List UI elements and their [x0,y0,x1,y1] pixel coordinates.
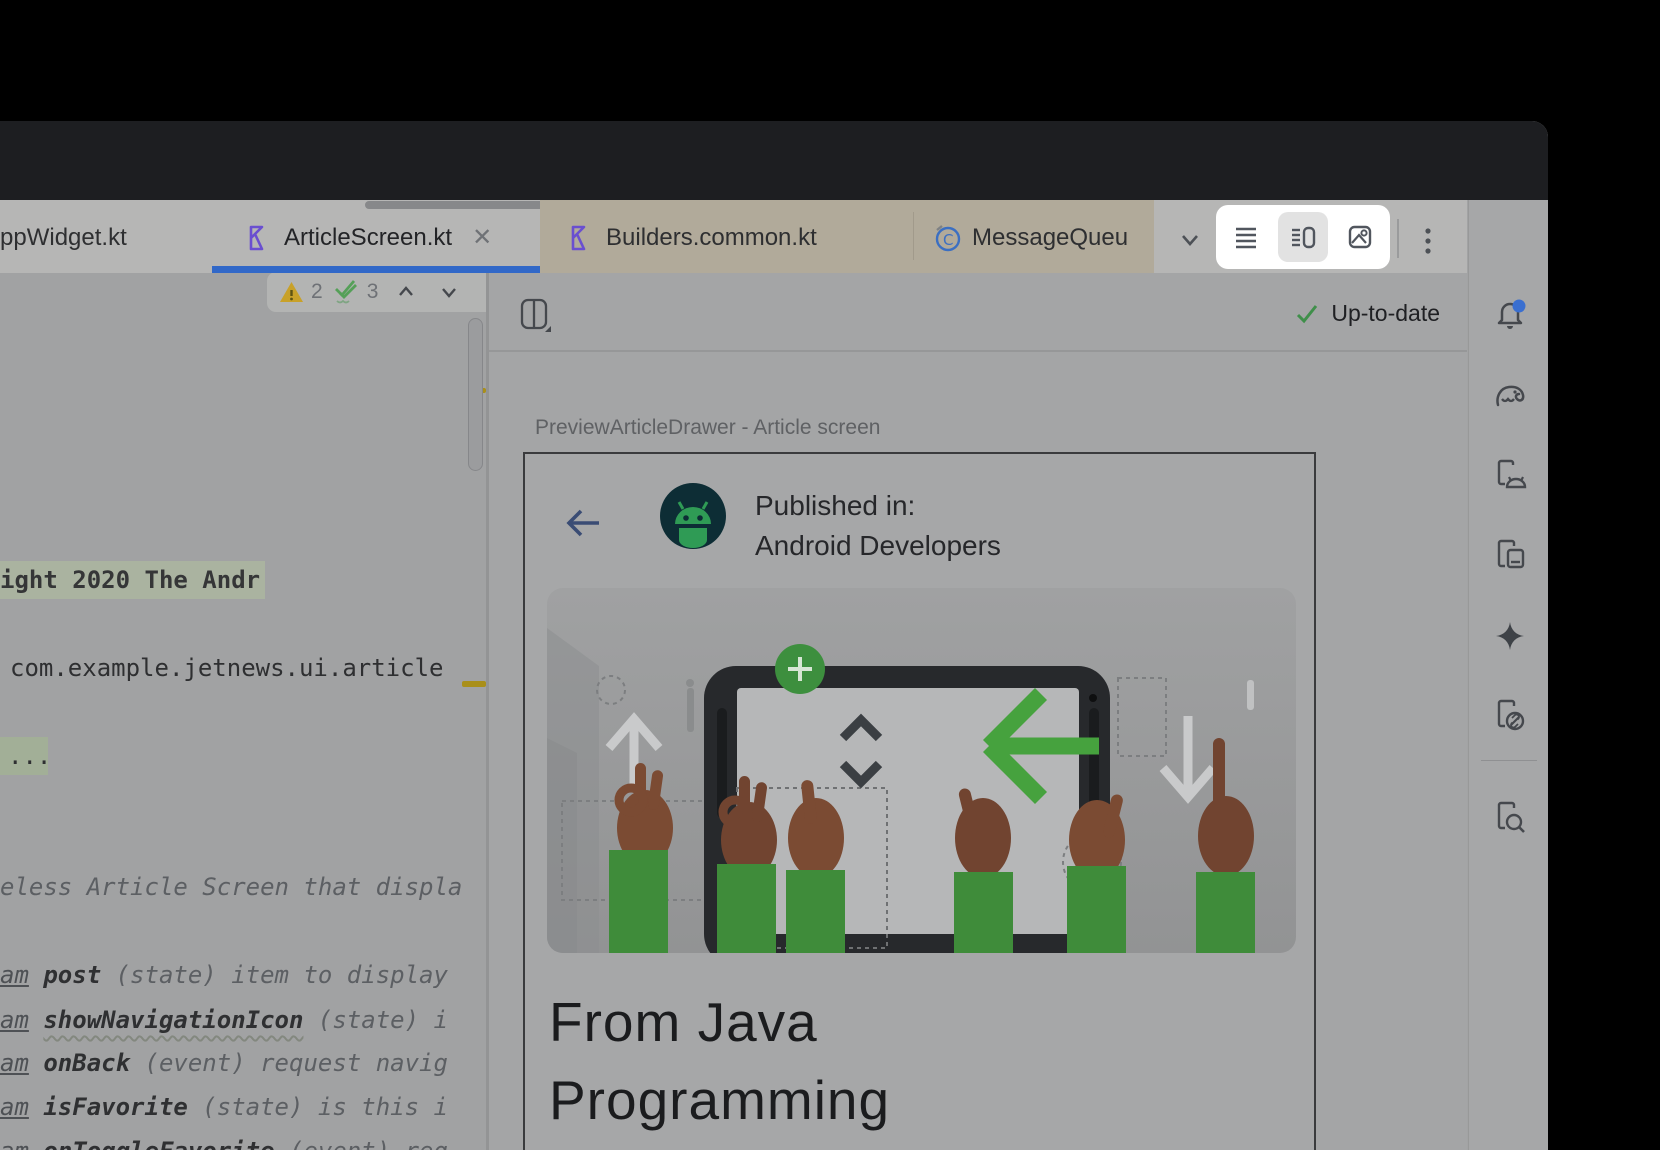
code-line: am isFavorite (state) is this i [0,1088,448,1126]
design-view-button[interactable] [1335,212,1385,262]
code-editor-pane[interactable]: ight 2020 The Andr com.example.jetnews.ui… [0,273,486,1150]
tab-label: ArticleScreen.kt [284,224,452,252]
tab-messagequeue[interactable]: C MessageQueu [932,209,1154,266]
article-title-line1: From Java [549,990,818,1054]
tabbar-divider [1397,219,1399,258]
preview-status-text: Up-to-date [1331,300,1440,327]
up-to-date-check-icon [1294,301,1320,327]
main-toolbar: Medium Phone API 35 app [0,121,1548,200]
warning-count: 2 [311,280,323,304]
tab-label: AppWidget.kt [0,224,127,252]
active-tab-underline [212,266,540,273]
hidden-tabs-chevron-icon[interactable] [1176,211,1204,268]
code-line: am post (state) item to display [0,956,448,994]
tab-articlescreen[interactable]: ArticleScreen.kt ✕ [246,209,492,266]
tab-appwidget[interactable]: AppWidget.kt [0,209,127,266]
kotlin-file-icon [246,225,272,251]
article-preview-card[interactable]: Published in: Android Developers [523,452,1316,1150]
editor-mode-panel [1218,207,1388,267]
warning-icon [279,281,304,304]
tabbar-kebab-icon[interactable] [1418,212,1438,269]
device-mirroring-icon[interactable] [1492,698,1528,734]
editor-tab-bar: AppWidget.kt ArticleScreen.kt ✕ B [0,200,1467,273]
tab-label: MessageQueu [972,224,1128,252]
code-line: am showNavigationIcon (state) i [0,1001,448,1039]
code-line: com.example.jetnews.ui.article [10,649,443,687]
error-stripe-mark[interactable] [462,681,486,687]
code-line: am onBack (event) request navig [0,1044,448,1082]
publisher-avatar [659,482,727,555]
back-arrow-icon [565,506,603,545]
code-line: eless Article Screen that displa [0,868,462,906]
tab-label: Builders.common.kt [606,224,817,252]
gradle-icon[interactable] [1492,377,1528,413]
code-line: ight 2020 The Andr [0,561,260,599]
editor-vertical-scrollbar[interactable] [468,318,483,471]
preview-toolbar: Up-to-date [489,273,1467,352]
preview-title-label[interactable]: PreviewArticleDrawer - Article screen [535,416,880,440]
inspections-widget[interactable]: 2 3 [267,273,486,312]
split-view-button[interactable] [1278,212,1328,262]
device-manager-icon[interactable] [1492,538,1528,574]
right-tool-strip [1468,200,1548,1150]
class-file-icon: C [932,223,962,253]
published-in-label: Published in: [755,490,915,522]
notifications-bell-icon[interactable] [1492,295,1528,331]
close-tab-icon[interactable]: ✕ [472,223,492,252]
tab-builders-common[interactable]: Builders.common.kt [568,209,817,266]
code-view-button[interactable] [1221,212,1271,262]
code-line: ... [8,737,51,775]
running-devices-icon[interactable] [1492,458,1528,494]
prev-issue-chevron-icon[interactable] [393,279,419,305]
checks-icon [330,279,360,305]
kotlin-file-icon [568,225,594,251]
screenshot-stage: Medium Phone API 35 app [0,0,1660,1150]
preview-status: Up-to-date [1294,300,1440,327]
next-issue-chevron-icon[interactable] [436,279,462,305]
gemini-sparkle-icon[interactable] [1492,618,1528,654]
strip-divider [1481,760,1537,761]
check-count: 3 [367,280,379,304]
article-hero-image [547,588,1296,953]
main-area: ight 2020 The Andr com.example.jetnews.ui… [0,273,1548,1150]
app-inspection-icon[interactable] [1492,800,1528,836]
compose-preview-pane: Up-to-date PreviewArticleDrawer - Articl… [489,273,1467,1150]
article-title-line2: Programming [549,1068,890,1132]
ide-window: Medium Phone API 35 app [0,121,1548,1150]
tab-separator [913,212,914,260]
svg-text:C: C [943,231,953,249]
code-line: am onToggleFavorite (event) req [0,1132,448,1150]
preview-layout-icon[interactable] [518,297,554,338]
publisher-name: Android Developers [755,530,1001,562]
